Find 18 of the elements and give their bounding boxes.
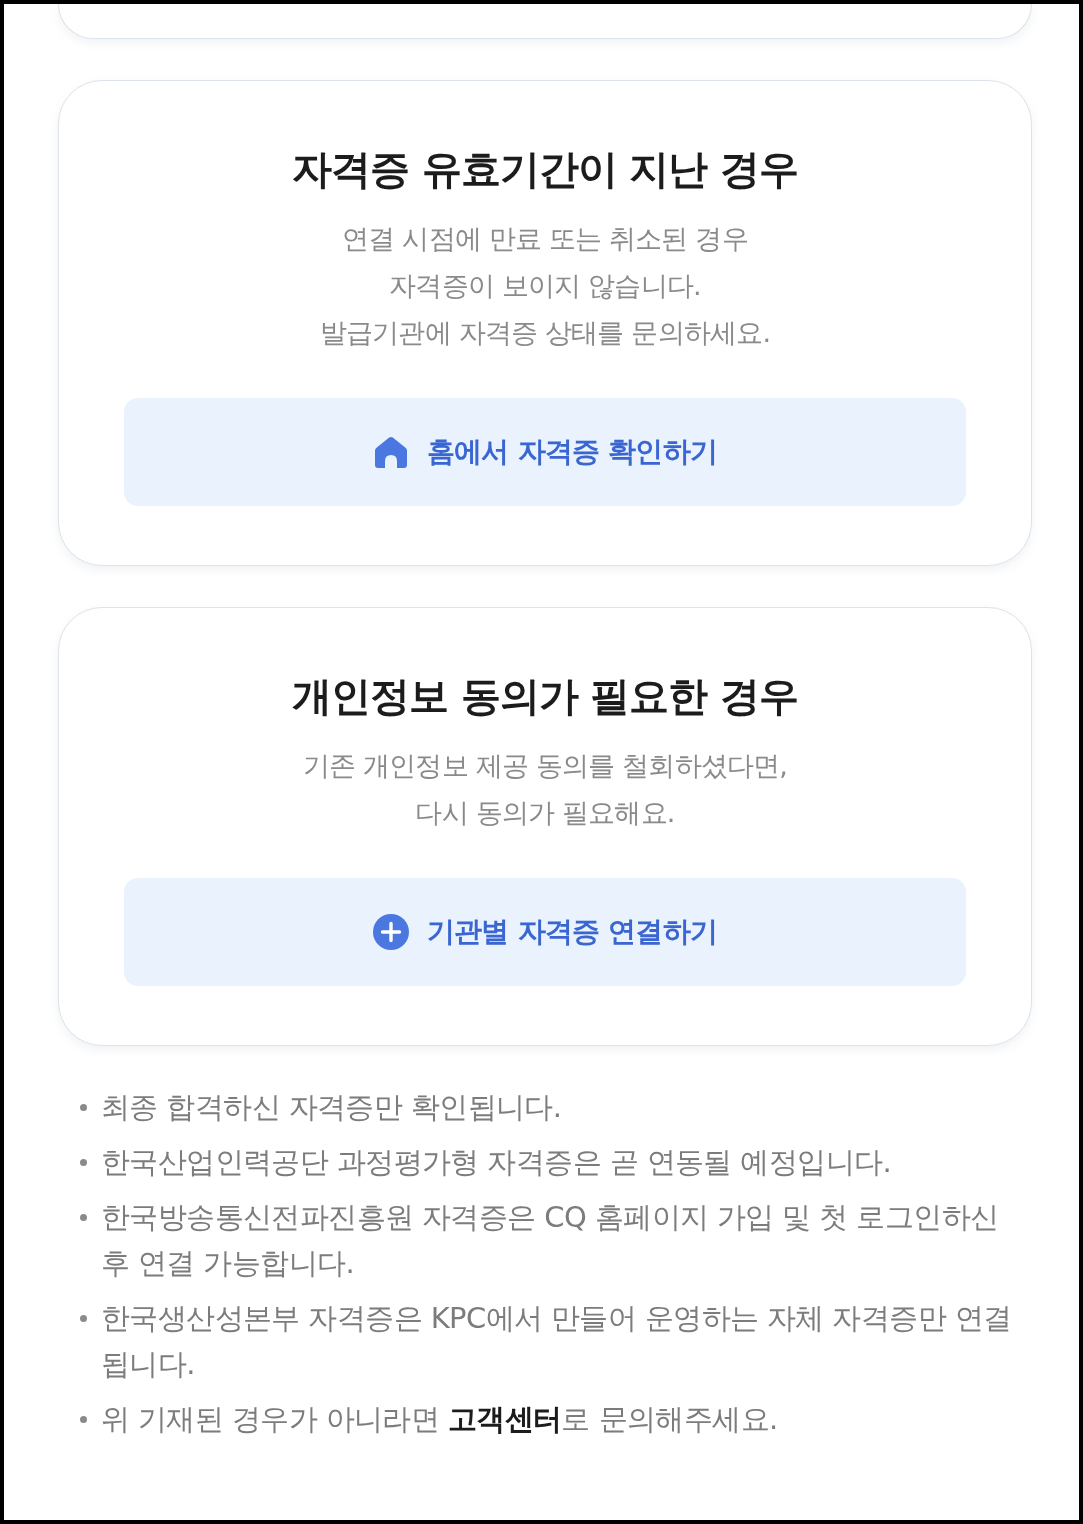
bullet-icon bbox=[80, 1214, 87, 1221]
bullet-icon bbox=[80, 1104, 87, 1111]
bullet-icon bbox=[80, 1315, 87, 1322]
note-text: 한국방송통신전파진흥원 자격증은 CQ 홈페이지 가입 및 첫 로그인하신 후 연결 가능합니다. bbox=[101, 1199, 1000, 1282]
note-text: 최종 합격하신 자격증만 확인됩니다. bbox=[101, 1089, 563, 1126]
action-button[interactable]: 기관별 자격증 연결하기 bbox=[124, 878, 966, 986]
home-icon bbox=[373, 434, 410, 470]
card-description: 기존 개인정보 제공 동의를 철회하셨다면, 다시 동의가 필요해요. bbox=[302, 749, 788, 830]
note-text: 위 기재된 경우가 아니라면 고객센터로 문의해주세요. bbox=[101, 1401, 779, 1438]
card-description: 연결 시점에 만료 또는 취소된 경우 자격증이 보이지 않습니다. 발급기관에 자격증 상태를 문의하세요. bbox=[319, 222, 771, 350]
bullet-icon bbox=[80, 1416, 87, 1423]
card-title: 개인정보 동의가 필요한 경우 bbox=[291, 672, 799, 721]
plus-icon bbox=[373, 914, 410, 950]
bullet-icon bbox=[80, 1159, 87, 1166]
note-text: 한국생산성본부 자격증은 KPC에서 만들어 운영하는 자체 자격증만 연결됩니다. bbox=[101, 1300, 1013, 1383]
card-title: 자격증 유효기간이 지난 경우 bbox=[291, 145, 799, 194]
note-text: 한국산업인력공단 과정평가형 자격증은 곧 연동될 예정입니다. bbox=[101, 1144, 893, 1181]
action-button[interactable]: 홈에서 자격증 확인하기 bbox=[124, 398, 966, 506]
